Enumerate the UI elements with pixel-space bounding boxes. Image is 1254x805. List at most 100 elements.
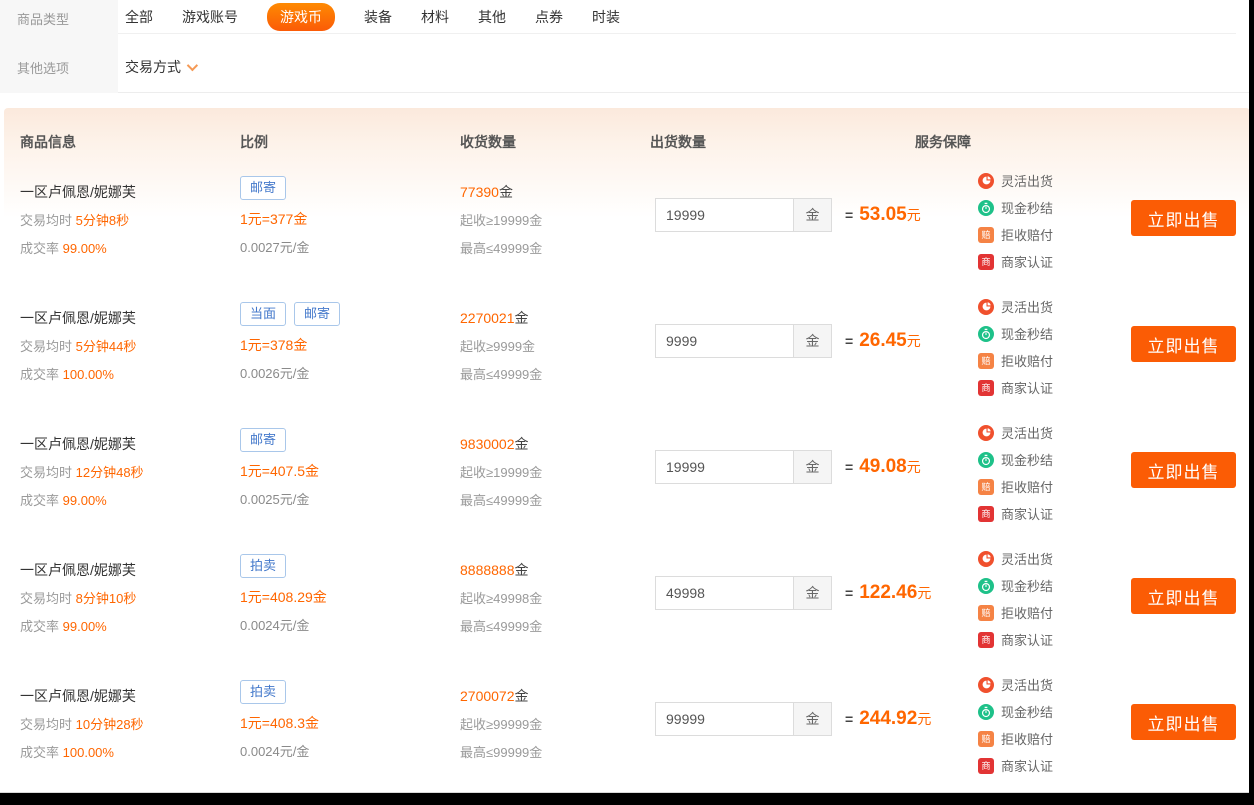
instant-cash-icon xyxy=(978,326,994,342)
computed-price: =53.05元 xyxy=(845,204,921,226)
tab-2[interactable]: 游戏币 xyxy=(267,3,335,31)
receive-qty-cell: 8888888金 起收≥49998金 最高≤49999金 xyxy=(460,560,542,644)
flexible-delivery-icon xyxy=(978,677,994,693)
badge-list: 当面邮寄 xyxy=(240,302,340,326)
service-item: 赔拒收赔付 xyxy=(978,730,1053,747)
trade-method-dropdown[interactable]: 交易方式 xyxy=(125,57,195,77)
tab-3[interactable]: 装备 xyxy=(364,7,392,27)
sell-now-button[interactable]: 立即出售 xyxy=(1131,326,1236,362)
completion-rate: 成交率 99.00% xyxy=(20,238,136,253)
listing-rows: 一区卢佩恩/妮娜芙 交易均时 5分钟8秒 成交率 99.00% 邮寄 1元=37… xyxy=(4,164,1250,792)
sell-now-button[interactable]: 立即出售 xyxy=(1131,578,1236,614)
tab-5[interactable]: 其他 xyxy=(478,7,506,27)
ship-qty-input[interactable] xyxy=(656,577,793,609)
marketplace-page: 商品类型 全部游戏账号游戏币装备材料其他点券时装 其他选项 交易方式 商品信息 … xyxy=(0,0,1254,805)
tab-0[interactable]: 全部 xyxy=(125,7,153,27)
sell-now-button[interactable]: 立即出售 xyxy=(1131,704,1236,740)
sell-now-button[interactable]: 立即出售 xyxy=(1131,452,1236,488)
table-row: 一区卢佩恩/妮娜芙 交易均时 5分钟44秒 成交率 100.00% 当面邮寄 1… xyxy=(4,296,1250,422)
service-item: 灵活出货 xyxy=(978,550,1053,567)
ship-qty-input[interactable] xyxy=(656,451,793,483)
instant-cash-icon xyxy=(978,704,994,720)
tab-1[interactable]: 游戏账号 xyxy=(182,7,238,27)
ratio-cell: 邮寄 1元=377金 0.0027元/金 xyxy=(240,176,309,256)
completion-rate: 成交率 99.00% xyxy=(20,490,144,505)
min-limit: 起收≥19999金 xyxy=(460,462,542,477)
service-label: 现金秒结 xyxy=(1001,576,1053,595)
refuse-compensation-icon: 赔 xyxy=(978,227,994,243)
avg-trade-time: 交易均时 5分钟44秒 xyxy=(20,336,136,351)
ship-qty-input[interactable] xyxy=(656,703,793,735)
rate-value: 100.00% xyxy=(63,745,114,760)
product-info-cell: 一区卢佩恩/妮娜芙 交易均时 5分钟8秒 成交率 99.00% xyxy=(20,182,136,266)
badge-list: 拍卖 xyxy=(240,554,327,578)
bottom-edge-bar xyxy=(0,792,1254,805)
service-label: 灵活出货 xyxy=(1001,675,1053,694)
service-label: 商家认证 xyxy=(1001,504,1053,523)
rate-value: 100.00% xyxy=(63,367,114,382)
service-item: 赔拒收赔付 xyxy=(978,352,1053,369)
rate-value: 99.00% xyxy=(63,241,107,256)
flexible-delivery-icon xyxy=(978,173,994,189)
service-item: 现金秒结 xyxy=(978,199,1053,216)
unit-price: 0.0026元/金 xyxy=(240,363,340,382)
rate-label: 成交率 xyxy=(20,493,59,508)
avg-time-value: 10分钟28秒 xyxy=(76,717,144,732)
server-character-name: 一区卢佩恩/妮娜芙 xyxy=(20,434,144,450)
service-item: 赔拒收赔付 xyxy=(978,604,1053,621)
completion-rate: 成交率 100.00% xyxy=(20,742,144,757)
merchant-certified-icon: 商 xyxy=(978,380,994,396)
ship-qty-group: 金 xyxy=(655,324,832,358)
tab-6[interactable]: 点券 xyxy=(535,7,563,27)
equals-sign: = xyxy=(845,207,853,223)
completion-rate: 成交率 100.00% xyxy=(20,364,136,379)
service-item: 商商家认证 xyxy=(978,631,1053,648)
instant-cash-icon xyxy=(978,578,994,594)
ship-qty-input[interactable] xyxy=(656,325,793,357)
server-character-name: 一区卢佩恩/妮娜芙 xyxy=(20,686,144,702)
merchant-certified-icon: 商 xyxy=(978,506,994,522)
flexible-delivery-icon xyxy=(978,425,994,441)
avg-trade-time: 交易均时 12分钟48秒 xyxy=(20,462,144,477)
merchant-certified-icon: 商 xyxy=(978,632,994,648)
tab-4[interactable]: 材料 xyxy=(421,7,449,27)
computed-price: =49.08元 xyxy=(845,456,921,478)
service-label: 灵活出货 xyxy=(1001,549,1053,568)
stock-number: 2700072 xyxy=(460,688,515,704)
service-item: 商商家认证 xyxy=(978,505,1053,522)
service-label: 现金秒结 xyxy=(1001,450,1053,469)
header-service-guarantee: 服务保障 xyxy=(915,132,971,152)
service-label: 拒收赔付 xyxy=(1001,729,1053,748)
stock-quantity: 9830002金 xyxy=(460,434,542,450)
trade-method-badge: 邮寄 xyxy=(240,176,286,200)
service-label: 灵活出货 xyxy=(1001,171,1053,190)
qty-unit-suffix: 金 xyxy=(793,451,831,483)
avg-time-value: 8分钟10秒 xyxy=(76,591,137,606)
badge-list: 邮寄 xyxy=(240,428,319,452)
sell-now-button[interactable]: 立即出售 xyxy=(1131,200,1236,236)
ship-qty-input[interactable] xyxy=(656,199,793,231)
service-label: 商家认证 xyxy=(1001,252,1053,271)
table-row: 一区卢佩恩/妮娜芙 交易均时 10分钟28秒 成交率 100.00% 拍卖 1元… xyxy=(4,674,1250,792)
stock-quantity: 77390金 xyxy=(460,182,542,198)
table-row: 一区卢佩恩/妮娜芙 交易均时 8分钟10秒 成交率 99.00% 拍卖 1元=4… xyxy=(4,548,1250,674)
other-options-label: 其他选项 xyxy=(17,58,69,77)
product-info-cell: 一区卢佩恩/妮娜芙 交易均时 5分钟44秒 成交率 100.00% xyxy=(20,308,136,392)
avg-time-value: 5分钟8秒 xyxy=(76,213,129,228)
exchange-ratio: 1元=378金 xyxy=(240,335,340,351)
min-limit: 起收≥49998金 xyxy=(460,588,542,603)
rate-value: 99.00% xyxy=(63,493,107,508)
max-limit: 最高≤49999金 xyxy=(460,238,542,253)
avg-trade-time: 交易均时 10分钟28秒 xyxy=(20,714,144,729)
tab-7[interactable]: 时装 xyxy=(592,7,620,27)
ratio-cell: 拍卖 1元=408.29金 0.0024元/金 xyxy=(240,554,327,634)
qty-unit-suffix: 金 xyxy=(793,199,831,231)
avg-trade-time: 交易均时 8分钟10秒 xyxy=(20,588,136,603)
header-ship-qty: 出货数量 xyxy=(650,132,706,152)
service-item: 商商家认证 xyxy=(978,757,1053,774)
rate-label: 成交率 xyxy=(20,745,59,760)
service-label: 商家认证 xyxy=(1001,756,1053,775)
equals-sign: = xyxy=(845,459,853,475)
service-label: 现金秒结 xyxy=(1001,702,1053,721)
completion-rate: 成交率 99.00% xyxy=(20,616,136,631)
